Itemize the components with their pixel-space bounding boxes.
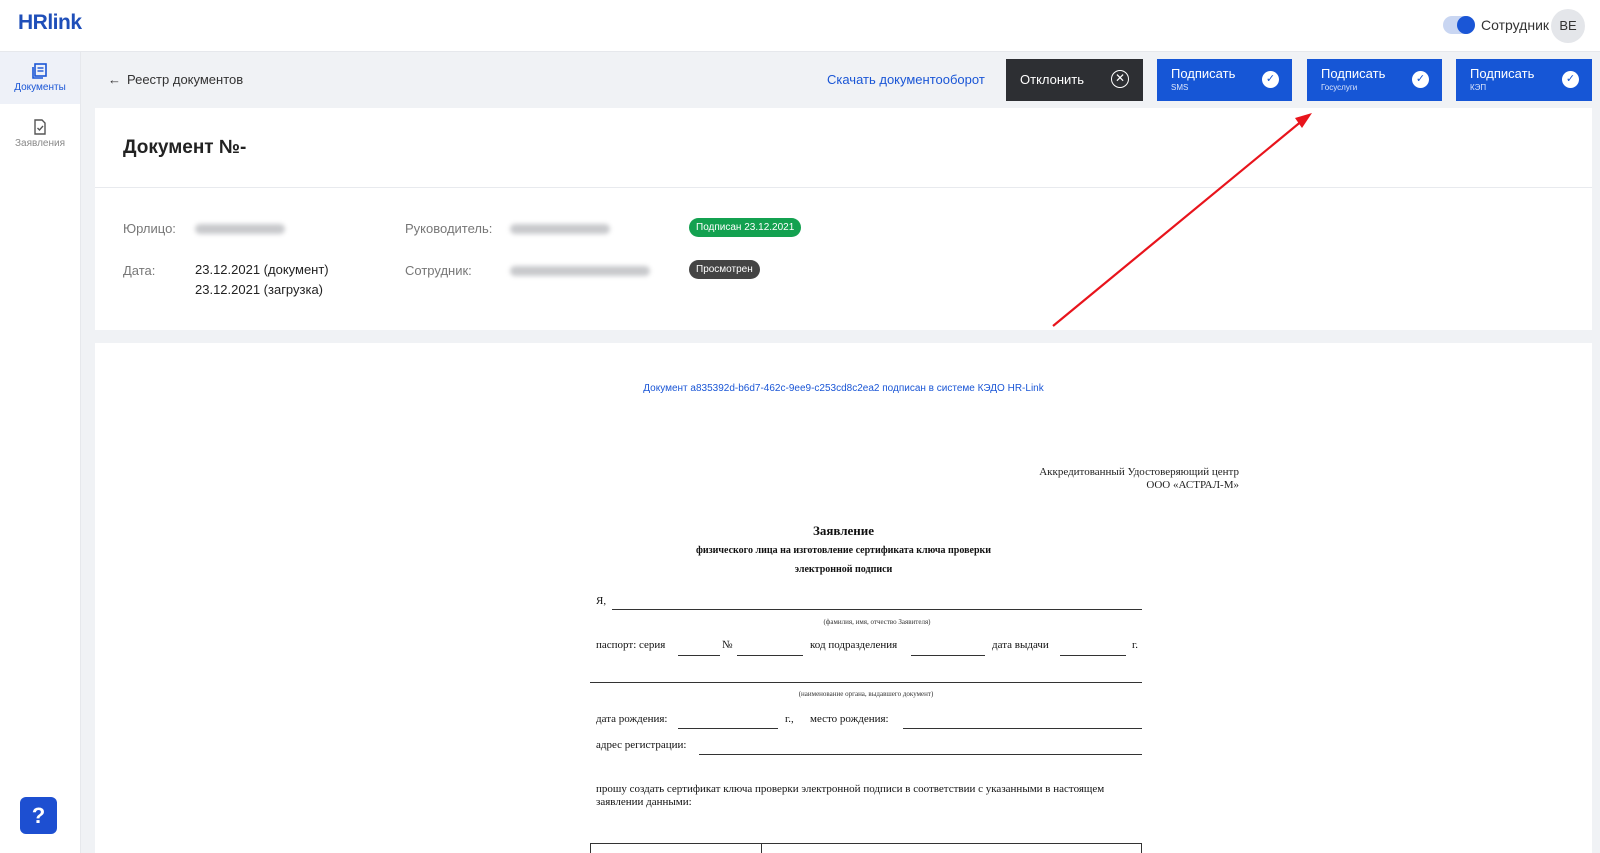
sidebar-item-label: Документы (14, 82, 66, 93)
entity-label: Юрлицо: (123, 221, 176, 236)
status-badge-viewed: Просмотрен (689, 260, 760, 279)
reject-button[interactable]: Отклонить ✕ (1006, 59, 1143, 101)
signature-stamp: Документ a835392d-b6d7-462c-9ee9-c253cd8… (643, 383, 1044, 394)
dept-code-label: код подразделения (810, 639, 898, 651)
status-badge-signed: Подписан 23.12.2021 (689, 218, 802, 237)
sign-gosuslugi-button[interactable]: Подписать Госуслуги ✓ (1307, 59, 1442, 101)
sign-method: Госуслуги (1321, 83, 1358, 92)
application-icon (34, 119, 46, 135)
birth-place-line (903, 728, 1142, 729)
issuer-line (590, 682, 1142, 683)
check-circle-icon: ✓ (1262, 71, 1279, 88)
reject-label: Отклонить (1020, 72, 1085, 87)
top-bar: HRlink Сотрудник ВЕ (0, 0, 1600, 52)
sidebar-item-label: Заявления (14, 138, 66, 149)
sidebar-item-documents[interactable]: Документы (0, 52, 80, 104)
manager-label: Руководитель: (405, 221, 493, 236)
back-to-registry-link[interactable]: ← Реестр документов (108, 72, 243, 87)
sign-kep-button[interactable]: Подписать КЭП ✓ (1456, 59, 1592, 101)
center-line-1: Аккредитованный Удостоверяющий центр (1039, 466, 1239, 478)
fio-caption: (фамилия, имя, отчество Заявителя) (823, 618, 931, 626)
date-upload: 23.12.2021 (загрузка) (195, 282, 324, 297)
issuer-caption: (наименование органа, выдавшего документ… (798, 690, 934, 698)
request-line-1: прошу создать сертификат ключа проверки … (596, 783, 1105, 795)
birth-year-suffix: г., (785, 713, 794, 725)
page-title: Документ №- (123, 137, 247, 158)
document-title-card: Документ №- (95, 108, 1592, 188)
request-line-2: заявлении данными: (596, 796, 692, 808)
back-label: Реестр документов (127, 72, 244, 87)
dept-code-line (911, 655, 985, 656)
role-toggle[interactable] (1443, 16, 1475, 34)
employee-value-redacted (510, 266, 650, 276)
doc-heading: Заявление (812, 523, 875, 538)
sign-label: Подписать (1321, 66, 1386, 81)
birth-place-label: место рождения: (810, 713, 889, 725)
reg-address-line (699, 754, 1142, 755)
number-line (737, 655, 803, 656)
sign-label: Подписать (1171, 66, 1236, 81)
i-label: Я, (596, 595, 607, 607)
check-circle-icon: ✓ (1562, 71, 1579, 88)
birth-date-label: дата рождения: (596, 713, 668, 725)
table-divider (761, 844, 762, 853)
birth-date-line (678, 728, 778, 729)
number-sign: № (722, 639, 733, 651)
document-preview: Документ a835392d-b6d7-462c-9ee9-c253cd8… (95, 343, 1592, 853)
user-avatar[interactable]: ВЕ (1551, 9, 1585, 43)
check-circle-icon: ✓ (1412, 71, 1429, 88)
sign-sms-button[interactable]: Подписать SMS ✓ (1157, 59, 1292, 101)
help-button[interactable]: ? (20, 797, 57, 834)
arrow-left-icon: ← (108, 72, 121, 87)
certification-center: Аккредитованный Удостоверяющий центр ООО… (925, 466, 1239, 492)
doc-subheading-2: электронной подписи (794, 564, 893, 575)
passport-series-label: паспорт: серия (596, 639, 666, 651)
data-table-top (590, 843, 1142, 853)
document-meta-card: Юрлицо: Руководитель: Подписан 23.12.202… (95, 188, 1592, 330)
sign-method: SMS (1171, 83, 1189, 92)
sidebar: Документы Заявления ? (0, 52, 81, 853)
year-suffix: г. (1132, 639, 1139, 651)
employee-label: Сотрудник: (405, 263, 472, 278)
sign-label: Подписать (1470, 66, 1535, 81)
documents-icon (32, 63, 47, 79)
date-document: 23.12.2021 (документ) (195, 262, 329, 277)
sidebar-item-applications[interactable]: Заявления (0, 108, 80, 160)
issue-date-label: дата выдачи (992, 639, 1049, 651)
doc-subheading-1: физического лица на изготовление сертифи… (695, 545, 992, 556)
date-label: Дата: (123, 263, 156, 278)
entity-value-redacted (195, 224, 285, 234)
manager-value-redacted (510, 224, 610, 234)
issue-date-line (1060, 655, 1126, 656)
role-label: Сотрудник (1481, 17, 1550, 33)
center-line-2: ООО «АСТРАЛ-М» (1146, 479, 1239, 491)
sign-method: КЭП (1470, 83, 1487, 92)
reg-address-label: адрес регистрации: (596, 739, 687, 751)
close-circle-icon: ✕ (1111, 70, 1129, 88)
toggle-knob (1457, 16, 1475, 34)
download-workflow-link[interactable]: Скачать документооборот (827, 72, 985, 87)
series-line (678, 655, 720, 656)
hrlink-logo[interactable]: HRlink (18, 11, 82, 35)
fio-line (612, 609, 1142, 610)
